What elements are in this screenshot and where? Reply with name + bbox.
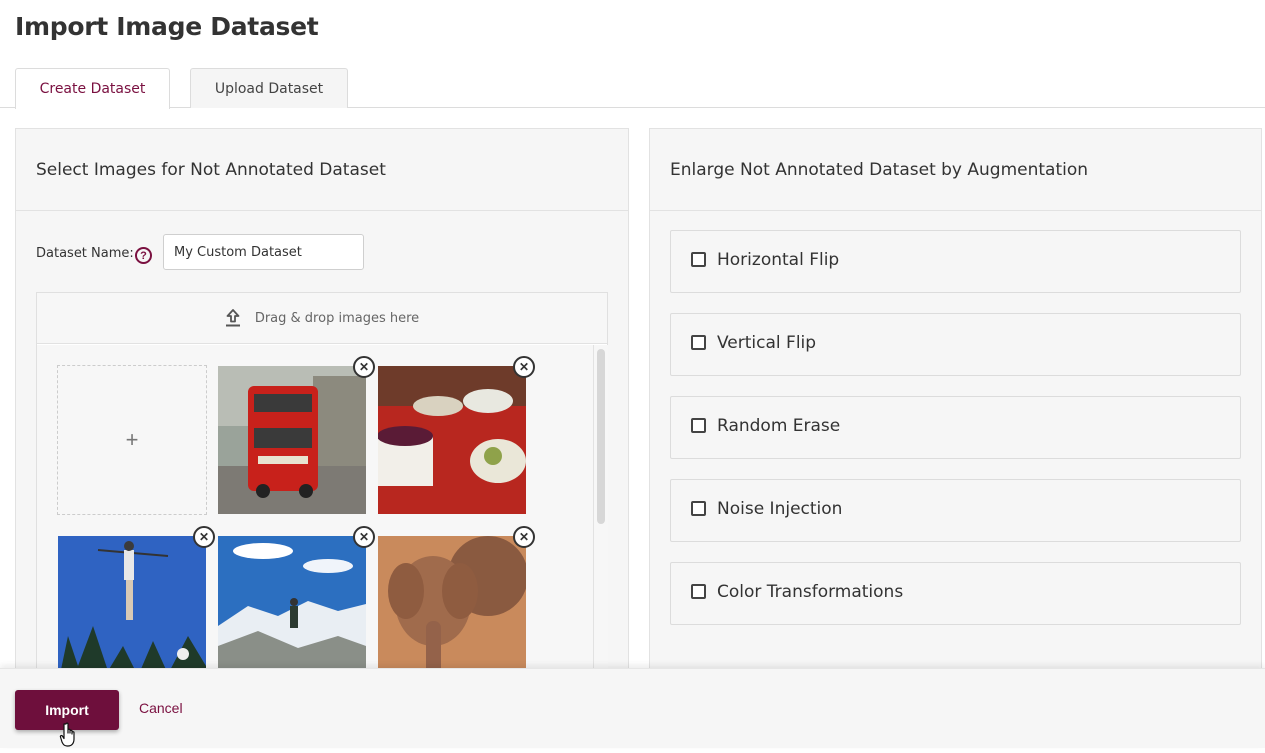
skier-image xyxy=(58,536,206,684)
action-footer: Import Cancel xyxy=(0,668,1265,748)
random-erase-checkbox[interactable] xyxy=(691,418,706,433)
tab-bar: Create Dataset Upload Dataset xyxy=(0,68,1265,109)
image-thumbnail-elephants[interactable] xyxy=(378,536,526,684)
image-thumbnail-skier[interactable] xyxy=(58,536,206,684)
elephants-image xyxy=(378,536,526,684)
remove-image-icon[interactable]: ✕ xyxy=(513,526,535,548)
augmentation-option-random-erase[interactable]: Random Erase xyxy=(670,396,1241,459)
page-title: Import Image Dataset xyxy=(15,12,319,41)
remove-image-icon[interactable]: ✕ xyxy=(513,356,535,378)
select-images-heading: Select Images for Not Annotated Dataset xyxy=(16,129,628,211)
dropzone-header[interactable]: Drag & drop images here xyxy=(37,293,607,344)
mountain-image xyxy=(218,536,366,684)
augmentation-panel: Enlarge Not Annotated Dataset by Augment… xyxy=(649,128,1262,688)
horizontal-flip-label: Horizontal Flip xyxy=(717,250,840,270)
help-icon[interactable]: ? xyxy=(135,247,152,264)
upload-icon xyxy=(225,309,241,327)
image-dropzone[interactable]: Drag & drop images here + ✕ ✕ ✕ ✕ ✕ xyxy=(36,292,608,693)
image-grid: + ✕ ✕ ✕ ✕ ✕ xyxy=(37,345,593,693)
tab-create-dataset[interactable]: Create Dataset xyxy=(15,68,170,109)
scrollbar-thumb[interactable] xyxy=(597,349,605,524)
color-transformations-checkbox[interactable] xyxy=(691,584,706,599)
image-thumbnail-dessert[interactable] xyxy=(378,366,526,514)
remove-image-icon[interactable]: ✕ xyxy=(353,526,375,548)
image-grid-scrollbar[interactable] xyxy=(593,345,608,693)
add-image-button[interactable]: + xyxy=(57,365,207,515)
augmentation-option-horizontal-flip[interactable]: Horizontal Flip xyxy=(670,230,1241,293)
vertical-flip-label: Vertical Flip xyxy=(717,333,817,353)
vertical-flip-checkbox[interactable] xyxy=(691,335,706,350)
horizontal-flip-checkbox[interactable] xyxy=(691,252,706,267)
augmentation-option-noise-injection[interactable]: Noise Injection xyxy=(670,479,1241,542)
bus-image xyxy=(218,366,366,514)
noise-injection-label: Noise Injection xyxy=(717,499,843,519)
noise-injection-checkbox[interactable] xyxy=(691,501,706,516)
augmentation-heading: Enlarge Not Annotated Dataset by Augment… xyxy=(650,129,1261,211)
remove-image-icon[interactable]: ✕ xyxy=(353,356,375,378)
augmentation-option-vertical-flip[interactable]: Vertical Flip xyxy=(670,313,1241,376)
select-images-panel: Select Images for Not Annotated Dataset … xyxy=(15,128,629,693)
image-thumbnail-mountain[interactable] xyxy=(218,536,366,684)
hand-cursor-icon xyxy=(58,722,78,753)
tab-upload-dataset[interactable]: Upload Dataset xyxy=(190,68,348,108)
color-transformations-label: Color Transformations xyxy=(717,582,904,602)
dataset-name-label: Dataset Name: xyxy=(36,246,134,261)
cancel-button[interactable]: Cancel xyxy=(139,700,183,716)
augmentation-option-color-transformations[interactable]: Color Transformations xyxy=(670,562,1241,625)
remove-image-icon[interactable]: ✕ xyxy=(193,526,215,548)
image-thumbnail-bus[interactable] xyxy=(218,366,366,514)
random-erase-label: Random Erase xyxy=(717,416,841,436)
dessert-image xyxy=(378,366,526,514)
dataset-name-input[interactable] xyxy=(163,234,364,270)
dropzone-text: Drag & drop images here xyxy=(254,310,420,326)
